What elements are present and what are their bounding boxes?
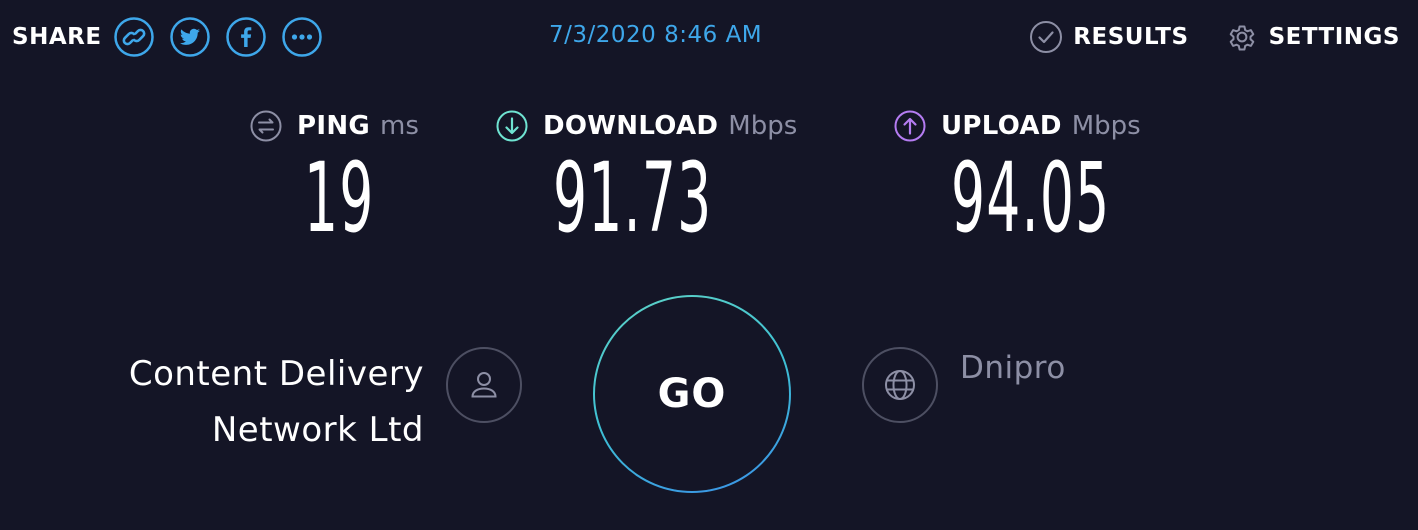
- ping-label: PING: [297, 111, 371, 141]
- link-icon: [113, 17, 154, 57]
- download-value: 91.73: [553, 142, 713, 254]
- more-icon: [281, 17, 322, 57]
- gear-icon: [1229, 25, 1254, 51]
- upload-icon: [894, 110, 926, 142]
- ping-icon: [250, 110, 282, 142]
- settings-label: SETTINGS: [1268, 24, 1400, 50]
- share-facebook-button[interactable]: [225, 17, 266, 57]
- top-nav: RESULTS SETTINGS: [1029, 20, 1400, 54]
- share-bar: SHARE: [12, 12, 338, 62]
- ping-value: 19: [304, 142, 375, 254]
- settings-link[interactable]: SETTINGS: [1225, 20, 1400, 54]
- speedtest-result-screen: SHARE 7/3/2020 8:46 AM RESULTS SETTINGS …: [0, 0, 1418, 530]
- upload-metric: UPLOAD Mbps 94.05: [893, 108, 1141, 246]
- ping-metric: PING ms 19: [249, 108, 419, 246]
- download-icon: [496, 110, 528, 142]
- download-metric: DOWNLOAD Mbps 91.73: [495, 108, 798, 246]
- results-link[interactable]: RESULTS: [1029, 20, 1188, 54]
- check-circle-icon: [1030, 21, 1063, 53]
- ping-unit: ms: [380, 111, 419, 141]
- results-label: RESULTS: [1073, 24, 1189, 50]
- share-label: SHARE: [12, 24, 102, 50]
- provider-button[interactable]: [446, 347, 522, 423]
- download-label: DOWNLOAD: [543, 111, 719, 141]
- provider-name-line1: Content Delivery: [128, 354, 424, 394]
- go-button[interactable]: GO: [593, 295, 791, 493]
- globe-icon: [885, 370, 915, 400]
- server-name[interactable]: Dnipro: [960, 350, 1066, 386]
- share-twitter-button[interactable]: [169, 17, 210, 57]
- facebook-icon: [225, 17, 266, 57]
- result-datetime: 7/3/2020 8:46 AM: [549, 22, 763, 48]
- server-button[interactable]: [862, 347, 938, 423]
- share-more-button[interactable]: [281, 17, 322, 57]
- upload-label: UPLOAD: [941, 111, 1062, 141]
- upload-unit: Mbps: [1071, 111, 1141, 141]
- user-icon: [471, 372, 497, 398]
- download-unit: Mbps: [728, 111, 798, 141]
- share-link-button[interactable]: [113, 17, 154, 57]
- provider-name-line2: Network Ltd: [211, 410, 424, 450]
- provider-name[interactable]: Content Delivery Network Ltd: [129, 346, 424, 458]
- go-label: GO: [657, 371, 727, 417]
- twitter-icon: [169, 17, 210, 57]
- upload-value: 94.05: [951, 142, 1111, 254]
